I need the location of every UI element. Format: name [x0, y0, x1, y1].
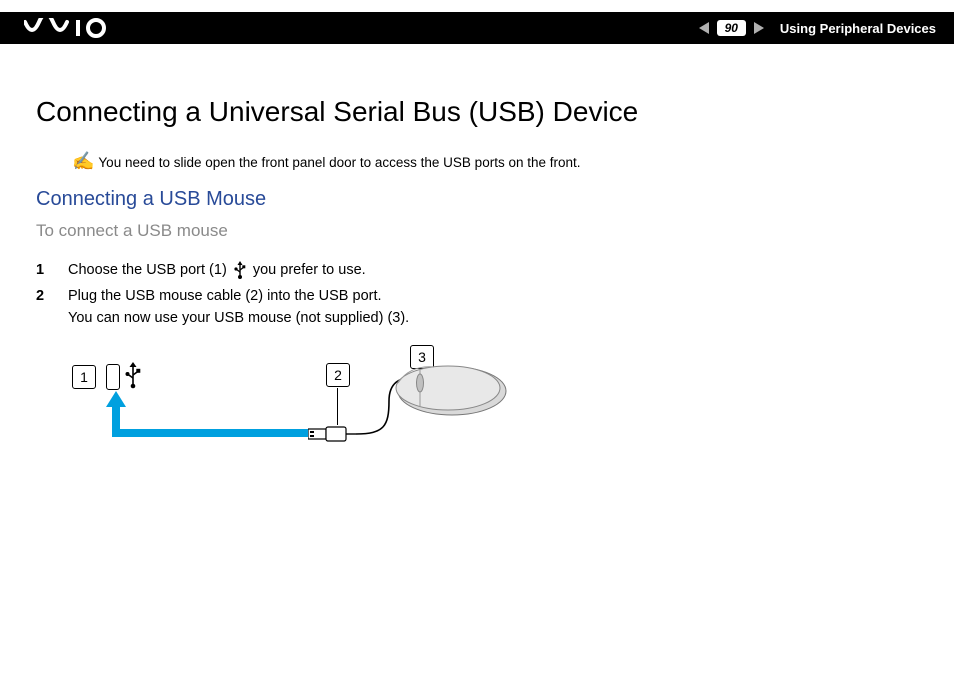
- page-content: Connecting a Universal Serial Bus (USB) …: [36, 96, 638, 471]
- page-number: 90: [717, 20, 746, 36]
- note-text: You need to slide open the front panel d…: [98, 155, 580, 170]
- subsection-title: Connecting a USB Mouse: [36, 188, 638, 211]
- step-list: 1 Choose the USB port (1) you prefer to …: [36, 259, 638, 329]
- nav-prev-icon[interactable]: [697, 21, 711, 35]
- step-text: Plug the USB mouse cable (2) into the US…: [68, 285, 409, 329]
- step-number: 2: [36, 285, 50, 307]
- page-title: Connecting a Universal Serial Bus (USB) …: [36, 96, 638, 128]
- usb-mouse-diagram: 1 2: [72, 351, 552, 471]
- step-text: Choose the USB port (1) you prefer to us…: [68, 259, 366, 281]
- diagram-label-1: 1: [72, 365, 96, 389]
- procedure-title: To connect a USB mouse: [36, 221, 638, 241]
- step-1: 1 Choose the USB port (1) you prefer to …: [36, 259, 638, 281]
- usb-icon: [233, 261, 247, 279]
- section-label: Using Peripheral Devices: [780, 21, 936, 36]
- mouse-icon: [390, 361, 508, 419]
- usb-port-icon: [106, 364, 120, 390]
- vaio-logo: [24, 18, 116, 38]
- step-2: 2 Plug the USB mouse cable (2) into the …: [36, 285, 638, 329]
- arrow-head-icon: [106, 391, 126, 407]
- arrow-segment: [112, 429, 310, 437]
- header-bar: 90 Using Peripheral Devices: [0, 12, 954, 44]
- diagram-label-2: 2: [326, 363, 350, 387]
- header-nav: 90 Using Peripheral Devices: [697, 20, 936, 36]
- note-icon: ✍: [72, 152, 94, 170]
- callout-line: [337, 388, 338, 425]
- usb-icon: [124, 362, 142, 390]
- step-number: 1: [36, 259, 50, 281]
- nav-next-icon[interactable]: [752, 21, 766, 35]
- note: ✍ You need to slide open the front panel…: [72, 152, 638, 170]
- usb-plug-icon: [308, 425, 356, 443]
